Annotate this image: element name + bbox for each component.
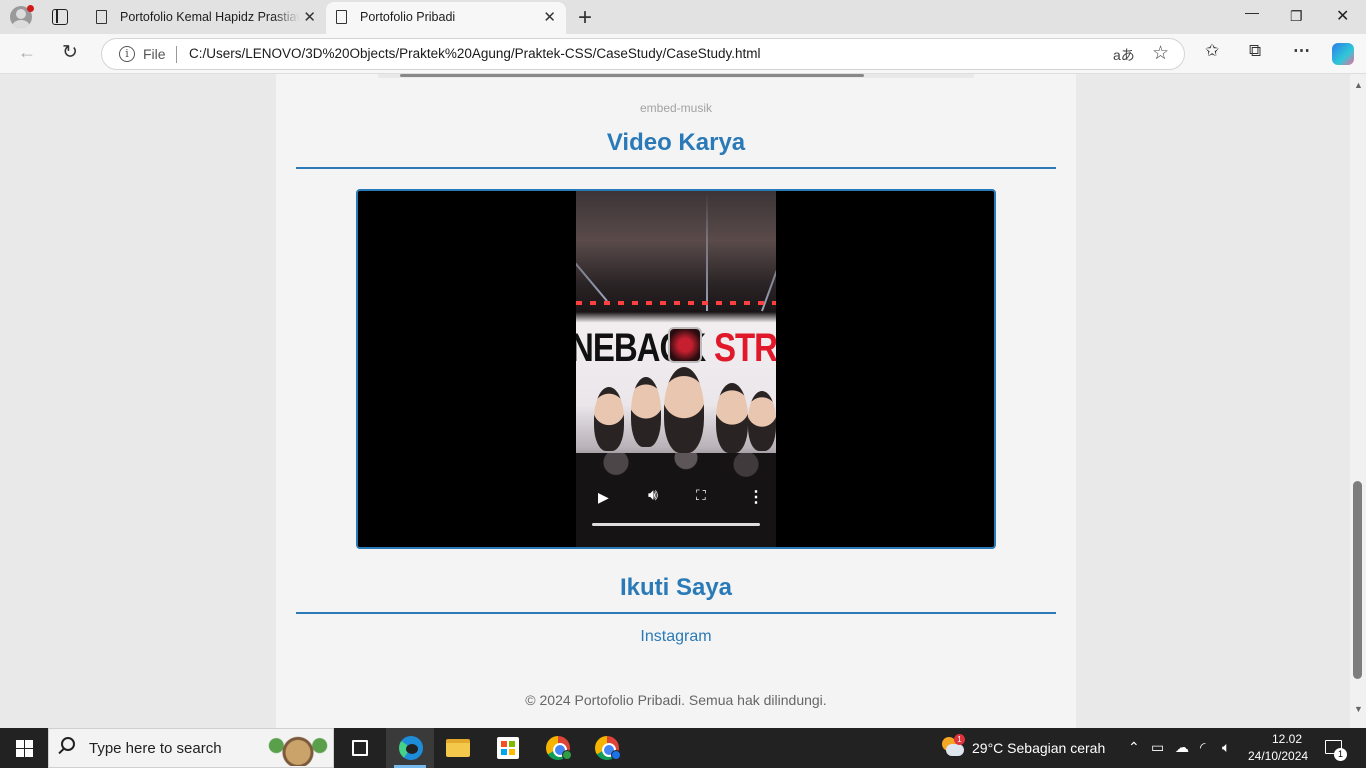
media-caption: embed-musik [639,101,713,115]
chevron-up-icon[interactable]: ⌃ [1128,739,1140,756]
refresh-icon[interactable]: ↻ [62,41,78,64]
taskbar-chrome[interactable] [534,728,582,768]
info-icon[interactable]: i [119,46,135,62]
scroll-up-icon[interactable]: ▲ [1354,80,1363,90]
store-icon [497,737,519,759]
edge-icon [399,736,423,760]
taskbar-search[interactable]: Type here to search [48,728,334,768]
kebab-icon[interactable]: ⋮ [748,487,764,507]
light-beam [706,191,708,311]
window-close-icon[interactable]: ✕ [1336,6,1349,26]
tab-portfolio-pribadi[interactable]: Portofolio Pribadi ✕ [326,2,566,34]
search-highlight-illustration [267,732,329,766]
page-container: embed-musik Video Karya NEBACK STRO ▶ 🔊︎ [276,74,1076,728]
banner-text-right: STRO [714,325,776,370]
volume-icon[interactable]: 🔊︎ [648,487,658,505]
video-section-heading: Video Karya [606,129,746,156]
collections-icon[interactable]: ⧉ [1249,41,1261,61]
restore-icon[interactable]: ❐ [1290,8,1303,25]
browser-toolbar: ← ↻ i File C:/Users/LENOVO/3D%20Objects/… [0,34,1366,74]
tab-portfolio-kemal[interactable]: Portofolio Kemal Hapidz Prastiaw ✕ [86,2,326,34]
battery-icon[interactable]: ▭ [1151,739,1164,756]
read-aloud-icon[interactable]: aあ [1113,45,1135,65]
taskbar-chrome-2[interactable] [583,728,631,768]
video-thumbnail[interactable]: NEBACK STRO ▶ 🔊︎ ⛶ ⋮ [576,191,776,547]
divider [176,46,177,63]
chrome-profile-badge [611,750,621,760]
close-icon[interactable]: ✕ [543,8,556,26]
play-icon[interactable]: ▶ [598,489,609,506]
file-explorer-icon [446,739,470,757]
taskbar-edge[interactable] [386,728,434,768]
player-figure [664,367,704,453]
video-progress-bar[interactable] [592,523,760,526]
task-view-icon [352,740,368,756]
stage-lights [576,301,776,305]
fullscreen-icon[interactable]: ⛶ [696,487,706,504]
profile-notification-dot [27,5,34,12]
notification-count: 1 [1334,748,1347,761]
onedrive-icon[interactable]: ☁ [1175,739,1189,756]
wifi-icon[interactable]: ◜ [1200,739,1205,756]
light-beam [576,208,608,302]
weather-text[interactable]: 29°C Sebagian cerah [972,740,1105,756]
tab-strip: Portofolio Kemal Hapidz Prastiaw ✕ Porto… [0,0,1366,34]
page-scrollbar[interactable]: ▲ ▼ [1350,74,1366,728]
light-beam [761,197,776,312]
video-player[interactable]: NEBACK STRO ▶ 🔊︎ ⛶ ⋮ [356,189,996,549]
clock-time[interactable]: 12.02 [1264,732,1310,746]
back-icon[interactable]: ← [18,42,36,63]
windows-logo-icon[interactable] [16,740,33,757]
tab-title: Portofolio Pribadi [360,10,456,24]
player-figure [716,383,748,453]
document-icon [336,10,347,24]
tab-title: Portofolio Kemal Hapidz Prastiaw [120,10,300,24]
audio-player-bottom[interactable] [378,74,974,78]
address-bar[interactable]: i File C:/Users/LENOVO/3D%20Objects/Prak… [101,38,1185,70]
player-figure [748,391,776,451]
heading-divider [296,167,1056,169]
new-tab-icon[interactable]: + [578,4,592,32]
chrome-profile-badge [562,750,572,760]
document-icon [96,10,107,24]
favorite-star-icon[interactable]: ☆ [1152,42,1169,65]
more-icon[interactable]: ⋯ [1293,41,1310,61]
taskbar-file-explorer[interactable] [434,728,482,768]
copilot-icon[interactable] [1332,43,1354,65]
task-view-button[interactable] [336,728,384,768]
close-icon[interactable]: ✕ [303,8,316,26]
volume-tray-icon[interactable]: 🔈︎ [1222,739,1230,756]
footer-copyright: © 2024 Portofolio Pribadi. Semua hak dil… [525,692,827,708]
minimize-icon[interactable]: — [1245,4,1259,20]
follow-section-heading: Ikuti Saya [619,574,733,601]
favorites-icon[interactable]: ✩ [1205,41,1219,61]
tab-actions-icon[interactable] [52,9,68,25]
windows-taskbar: Type here to search 1 29°C Sebagian cera… [0,728,1366,768]
taskbar-store[interactable] [484,728,532,768]
heading-divider [296,612,1056,614]
scrollbar-thumb[interactable] [1353,481,1362,679]
url-text[interactable]: C:/Users/LENOVO/3D%20Objects/Praktek%20A… [189,46,761,61]
page-viewport: embed-musik Video Karya NEBACK STRO ▶ 🔊︎ [0,74,1350,728]
scheme-label: File [143,46,166,62]
scroll-down-icon[interactable]: ▼ [1354,704,1363,714]
search-placeholder: Type here to search [89,740,222,757]
search-icon [61,737,75,751]
instagram-link[interactable]: Instagram [276,628,1076,646]
clock-date[interactable]: 24/10/2024 [1248,749,1308,763]
player-figure [594,387,624,451]
player-figure [631,377,661,447]
weather-alert-badge: 1 [954,734,965,745]
team-logo [668,327,702,363]
